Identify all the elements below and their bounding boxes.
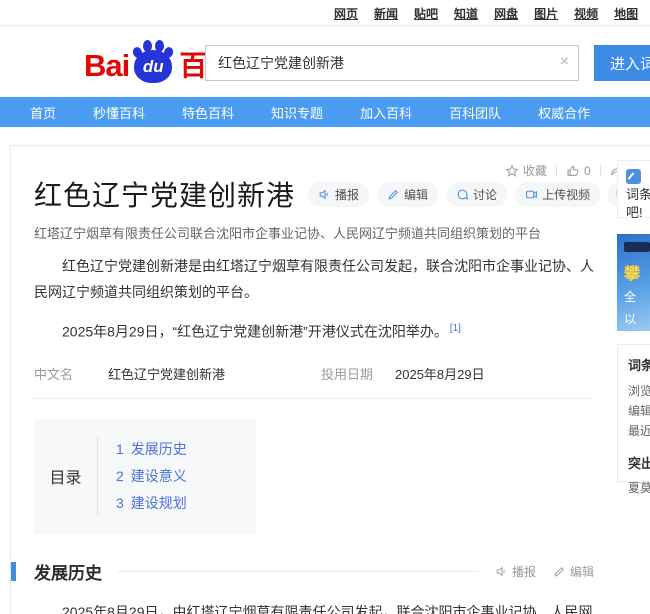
nav-join[interactable]: 加入百科 — [360, 103, 412, 122]
section-paragraph: 2025年8月29日，由红塔辽宁烟草有限责任公司发起，联合沈阳市企事业记协、人民… — [34, 599, 594, 614]
divider — [556, 165, 557, 177]
main-nav: 首页 秒懂百科 特色百科 知识专题 加入百科 百科团队 权威合作 — [0, 97, 650, 127]
logo-text-du: du — [143, 57, 164, 77]
entry-card: 收藏 0 0 红色辽宁党建创新港 播报 — [10, 145, 650, 614]
top-link-maps[interactable]: 地图 — [614, 5, 638, 22]
section-edit-button[interactable]: 编辑 — [553, 563, 594, 580]
toc-item-significance[interactable]: 2建设意义 — [116, 463, 187, 490]
discuss-button[interactable]: 讨论 — [446, 182, 507, 207]
collect-button[interactable]: 收藏 — [505, 162, 547, 179]
top-link-news[interactable]: 新闻 — [374, 5, 398, 22]
broadcast-button[interactable]: 播报 — [308, 182, 369, 207]
contributors-title: 突出 — [628, 453, 650, 472]
entry-meta-actions: 收藏 0 0 — [505, 162, 634, 179]
nav-home[interactable]: 首页 — [30, 103, 56, 122]
divider — [118, 571, 479, 572]
enter-entry-button[interactable]: 进入词条 — [594, 45, 650, 81]
edit-prompt-text: 吧! — [626, 204, 650, 222]
edit-button[interactable]: 编辑 — [377, 182, 438, 207]
banner-text: 以 — [624, 311, 650, 328]
toc-item-history[interactable]: 1发展历史 — [116, 436, 187, 463]
top-bar: 网页 新闻 贴吧 知道 网盘 图片 视频 地图 文库 — [0, 0, 650, 26]
search-box: × — [205, 45, 579, 81]
edit-square-icon — [626, 169, 641, 184]
baidu-paw-icon: du — [130, 40, 176, 84]
stats-row-updated: 最近 — [628, 421, 650, 441]
pencil-icon — [553, 565, 566, 578]
star-icon — [505, 164, 519, 178]
entry-stats-card: 词条 浏览 编辑 最近 突出 夏莫 — [617, 344, 650, 482]
edit-prompt-text: 词条 — [626, 186, 650, 204]
section-broadcast-button[interactable]: 播报 — [495, 563, 536, 580]
summary-paragraph: 红色辽宁党建创新港是由红塔辽宁烟草有限责任公司发起，联合沈阳市企事业记协、人民网… — [34, 253, 594, 305]
pencil-icon — [387, 188, 400, 201]
nav-authority[interactable]: 权威合作 — [538, 103, 590, 122]
basic-info-table: 中文名 红色辽宁党建创新港 投用日期 2025年8月29日 — [34, 364, 594, 399]
banner-headline: 攀 — [624, 260, 650, 284]
top-link-images[interactable]: 图片 — [534, 5, 558, 22]
reference-link[interactable]: [1] — [450, 323, 461, 334]
speaker-icon — [318, 188, 331, 201]
stats-row-views: 浏览 — [628, 381, 650, 401]
toc-item-planning[interactable]: 3建设规划 — [116, 490, 187, 517]
stats-row-edits: 编辑 — [628, 401, 650, 421]
top-link-zhidao[interactable]: 知道 — [454, 5, 478, 22]
search-input[interactable] — [205, 45, 579, 81]
page-title: 红色辽宁党建创新港 — [34, 174, 295, 214]
nav-tese[interactable]: 特色百科 — [182, 103, 234, 122]
top-nav-links: 网页 新闻 贴吧 知道 网盘 图片 视频 地图 文库 — [334, 5, 650, 22]
edit-prompt-card[interactable]: 词条 吧! — [617, 160, 650, 218]
divider — [600, 165, 601, 177]
clear-search-icon[interactable]: × — [560, 53, 569, 71]
video-icon — [525, 188, 538, 201]
top-link-webpage[interactable]: 网页 — [334, 5, 358, 22]
nav-zhuanti[interactable]: 知识专题 — [271, 103, 323, 122]
top-link-video[interactable]: 视频 — [574, 5, 598, 22]
stats-title: 词条 — [628, 355, 650, 374]
nav-team[interactable]: 百科团队 — [449, 103, 501, 122]
toc-title: 目录 — [34, 436, 98, 517]
table-of-contents: 目录 1发展历史 2建设意义 3建设规划 — [34, 419, 256, 534]
nav-miaodong[interactable]: 秒懂百科 — [93, 103, 145, 122]
chat-icon — [456, 188, 469, 201]
top-link-netdisk[interactable]: 网盘 — [494, 5, 518, 22]
section-marker — [11, 562, 16, 581]
like-button[interactable]: 0 — [566, 164, 591, 178]
speaker-icon — [495, 565, 508, 578]
info-item: 中文名 红色辽宁党建创新港 — [34, 364, 321, 383]
summary-paragraph: 2025年8月29日，“红色辽宁党建创新港”开港仪式在沈阳举办。[1] — [34, 316, 594, 345]
top-link-tieba[interactable]: 贴吧 — [414, 5, 438, 22]
banner-text: 全 — [624, 289, 650, 306]
banner-logo — [624, 242, 650, 252]
logo-text-bai: Bai — [84, 48, 129, 84]
thumb-up-icon — [566, 164, 580, 178]
entry-subtitle: 红塔辽宁烟草有限责任公司联合沈阳市企事业记协、人民网辽宁频道共同组织策划的平台 — [34, 223, 594, 242]
contributor-name[interactable]: 夏莫 — [628, 479, 650, 496]
section-history: 发展历史 播报 编辑 — [34, 559, 594, 614]
title-actions: 播报 编辑 讨论 上传 — [308, 182, 636, 207]
info-item: 投用日期 2025年8月29日 — [321, 364, 485, 383]
section-title: 发展历史 — [34, 559, 102, 584]
promo-banner[interactable]: 攀 全 以 — [617, 234, 650, 331]
upload-video-button[interactable]: 上传视频 — [515, 182, 600, 207]
